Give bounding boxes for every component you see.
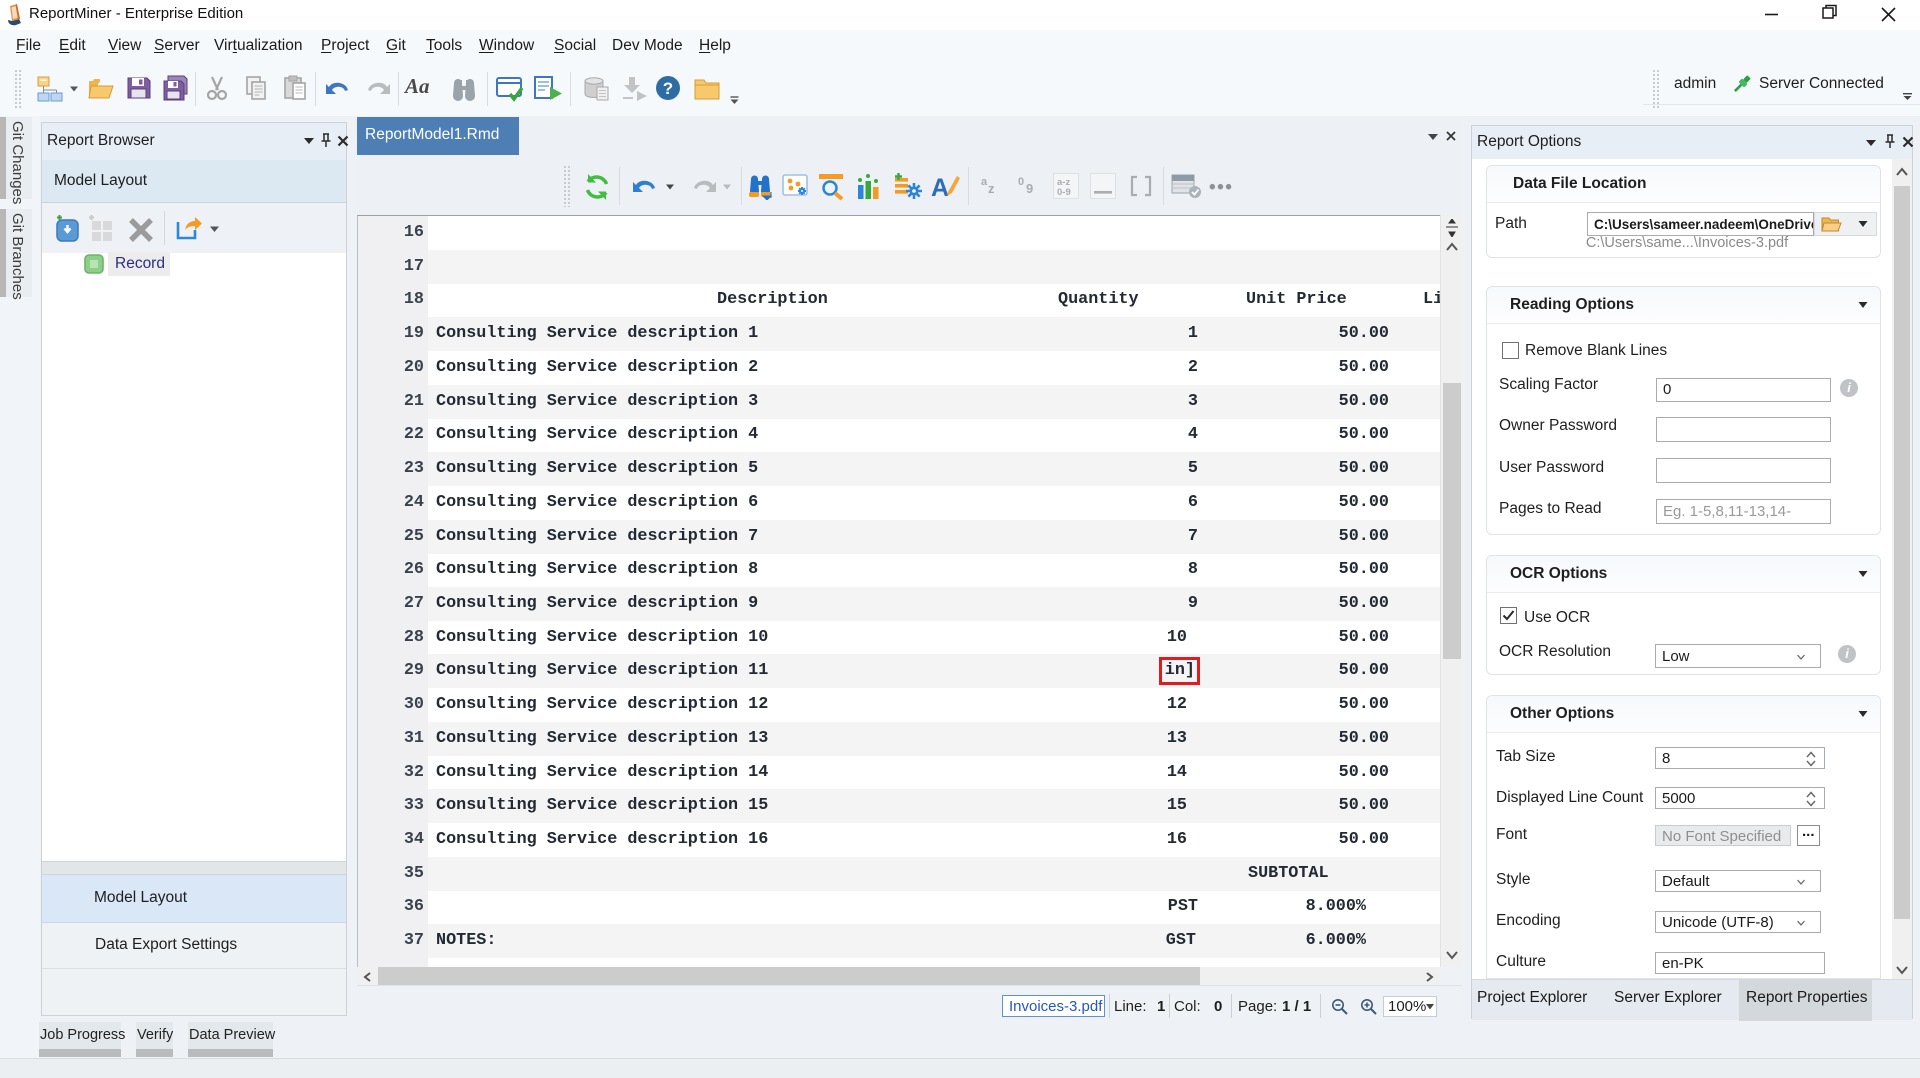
svg-text:A: A [931, 174, 949, 200]
svg-text:0-9: 0-9 [1057, 187, 1071, 198]
svg-text:?: ? [663, 79, 673, 98]
svg-text:0: 0 [1018, 176, 1024, 188]
svg-text:9: 9 [1026, 181, 1033, 196]
svg-text:z: z [988, 181, 995, 196]
svg-text:a: a [981, 176, 988, 188]
